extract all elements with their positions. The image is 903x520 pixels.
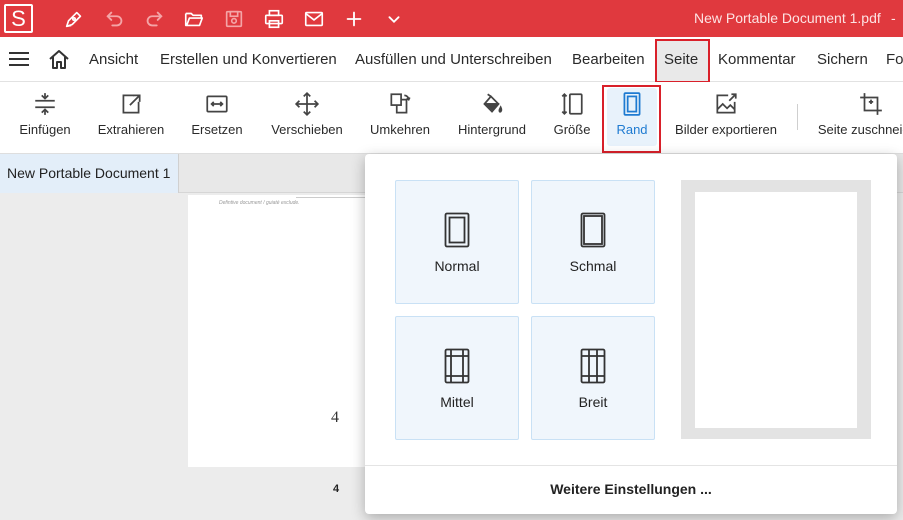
margin-option-normal[interactable]: Normal	[395, 180, 519, 304]
mail-icon[interactable]	[301, 6, 327, 32]
menu-bearbeiten[interactable]: Bearbeiten	[572, 51, 645, 68]
margin-dropdown-panel: Normal Schmal Mittel Breit Weitere Einst…	[365, 154, 897, 514]
undo-icon[interactable]	[102, 6, 128, 32]
redo-icon[interactable]	[141, 6, 167, 32]
plus-icon[interactable]	[341, 6, 367, 32]
page-content-digit: 4	[331, 409, 339, 426]
export-images-button[interactable]: Bilder exportieren	[672, 82, 780, 154]
title-separator: -	[891, 10, 896, 26]
margin-icon	[623, 92, 641, 116]
home-icon[interactable]	[47, 48, 71, 72]
document-tab-label: New Portable Document 1	[7, 165, 171, 181]
background-label: Hintergrund	[458, 122, 526, 137]
menu-kommentar[interactable]: Kommentar	[718, 51, 796, 68]
menu-erstellen-konvertieren[interactable]: Erstellen und Konvertieren	[160, 51, 337, 68]
menu-ansicht[interactable]: Ansicht	[89, 51, 138, 68]
pdf-page[interactable]: Defintive document / guiaté exclude. 4	[188, 195, 388, 467]
insert-page-label: Einfügen	[19, 122, 71, 137]
image-export-icon	[716, 93, 737, 114]
menu-ausfuellen-unterschreiben[interactable]: Ausfüllen und Unterschreiben	[355, 51, 552, 68]
panel-divider	[365, 465, 897, 466]
replace-pages-button[interactable]: Ersetzen	[188, 82, 246, 154]
document-title: New Portable Document 1.pdf	[694, 10, 881, 26]
reverse-label: Umkehren	[370, 122, 430, 137]
pen-icon[interactable]	[61, 6, 87, 32]
crop-label: Seite zuschneiden	[817, 122, 903, 137]
margin-wide-icon	[580, 348, 606, 384]
replace-icon	[206, 95, 228, 113]
move-icon	[294, 91, 320, 117]
title-bar: S New Portable Document 1.pdf -	[0, 0, 903, 37]
menu-formular[interactable]: Fo	[886, 51, 903, 68]
margin-option-normal-label: Normal	[434, 258, 480, 274]
reverse-pages-button[interactable]: Umkehren	[368, 82, 432, 154]
save-icon[interactable]	[221, 6, 247, 32]
paint-bucket-icon	[483, 93, 503, 113]
background-button[interactable]: Hintergrund	[455, 82, 529, 154]
margin-preview-page	[695, 192, 857, 428]
print-icon[interactable]	[261, 6, 287, 32]
reverse-icon	[390, 93, 411, 114]
replace-label: Ersetzen	[191, 122, 243, 137]
export-images-label: Bilder exportieren	[675, 122, 777, 137]
more-settings-button[interactable]: Weitere Einstellungen ...	[365, 481, 897, 497]
document-tab[interactable]: New Portable Document 1	[0, 154, 179, 193]
menu-bar: Ansicht Erstellen und Konvertieren Ausfü…	[0, 37, 903, 83]
menu-sichern[interactable]: Sichern	[817, 51, 868, 68]
page-heading-text: Defintive document / guiaté exclude.	[219, 200, 300, 206]
margin-preview	[681, 180, 871, 439]
extract-label: Extrahieren	[97, 122, 165, 137]
menu-seite[interactable]: Seite	[664, 51, 698, 68]
page-number: 4	[333, 483, 340, 495]
extract-pages-button[interactable]: Extrahieren	[93, 82, 169, 154]
crop-icon	[860, 93, 882, 115]
margin-normal-icon	[444, 212, 470, 248]
move-label: Verschieben	[271, 122, 343, 137]
margin-medium-icon	[444, 348, 470, 384]
insert-page-button[interactable]: Einfügen	[14, 82, 76, 154]
folder-open-icon[interactable]	[181, 6, 207, 32]
margin-option-schmal[interactable]: Schmal	[531, 180, 655, 304]
margin-option-breit-label: Breit	[578, 394, 608, 410]
margin-narrow-icon	[580, 212, 606, 248]
toolbar-divider	[797, 104, 798, 130]
chevron-down-icon[interactable]	[381, 6, 407, 32]
extract-icon	[122, 94, 141, 114]
crop-page-button[interactable]: Seite zuschneiden	[816, 82, 903, 154]
hamburger-menu-icon[interactable]	[9, 51, 29, 67]
insert-page-icon	[35, 93, 55, 115]
margin-option-schmal-label: Schmal	[569, 258, 617, 274]
margin-option-breit[interactable]: Breit	[531, 316, 655, 440]
page-size-icon	[561, 93, 583, 115]
move-pages-button[interactable]: Verschieben	[268, 82, 346, 154]
margin-option-mittel[interactable]: Mittel	[395, 316, 519, 440]
page-size-label: Größe	[553, 122, 591, 137]
margin-option-mittel-label: Mittel	[440, 394, 474, 410]
margin-label: Rand	[616, 122, 648, 137]
page-size-button[interactable]: Größe	[549, 82, 595, 154]
app-logo: S	[4, 4, 33, 33]
ribbon-toolbar: Einfügen Extrahieren Ersetzen Verschiebe…	[0, 82, 903, 154]
margin-button[interactable]: Rand	[608, 82, 656, 154]
